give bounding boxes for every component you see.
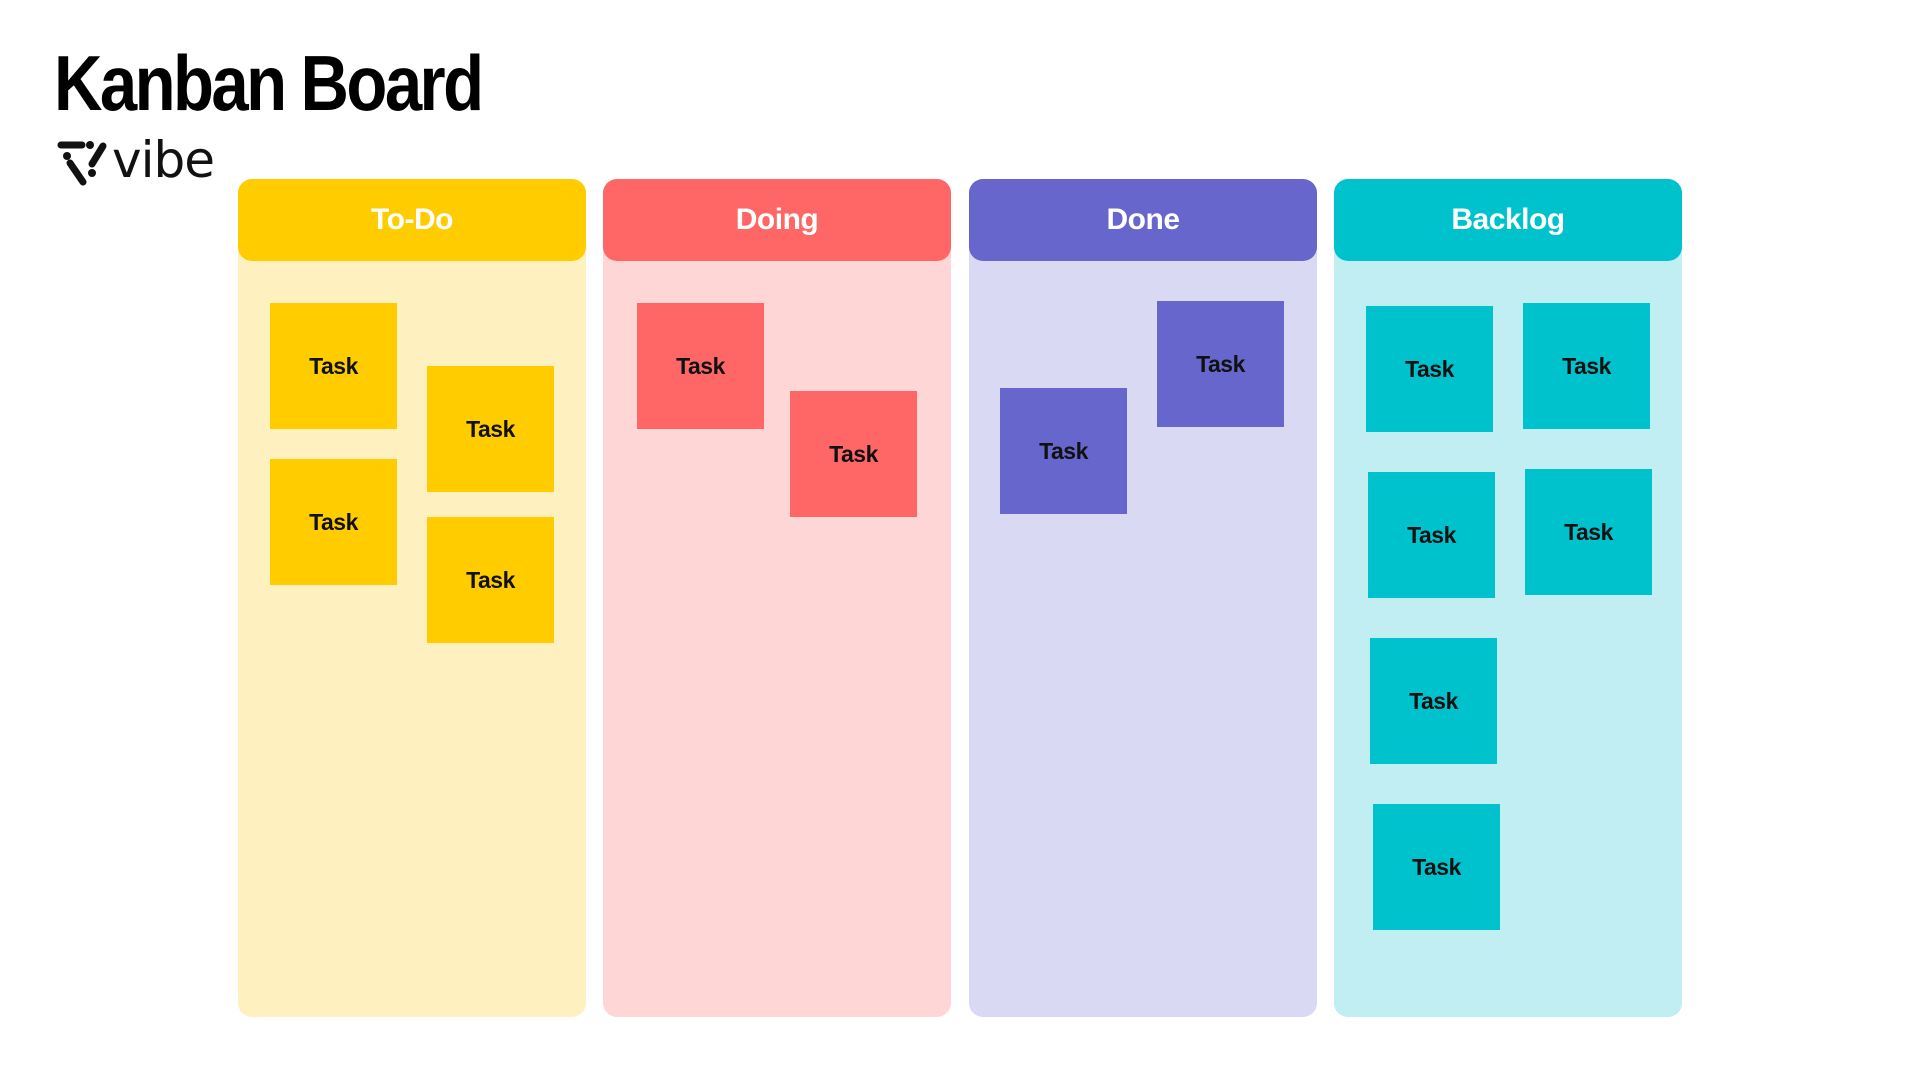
brand-name: vibe <box>112 131 215 189</box>
task-card[interactable]: Task <box>637 303 764 429</box>
task-card[interactable]: Task <box>1373 804 1500 930</box>
task-card[interactable]: Task <box>270 303 397 429</box>
task-card[interactable]: Task <box>1000 388 1127 514</box>
column-header-done[interactable]: Done <box>969 179 1317 261</box>
task-card[interactable]: Task <box>1523 303 1650 429</box>
task-card[interactable]: Task <box>790 391 917 517</box>
vibe-logo-icon <box>57 141 107 186</box>
brand-logo: vibe <box>56 131 215 189</box>
column-header-todo[interactable]: To-Do <box>238 179 586 261</box>
task-card[interactable]: Task <box>1370 638 1497 764</box>
task-card[interactable]: Task <box>270 459 397 585</box>
column-done: Done Task Task <box>969 179 1317 1017</box>
column-header-backlog[interactable]: Backlog <box>1334 179 1682 261</box>
task-card[interactable]: Task <box>1525 469 1652 595</box>
page-title: Kanban Board <box>54 39 484 127</box>
column-doing: Doing Task Task <box>603 179 951 1017</box>
task-card[interactable]: Task <box>427 366 554 492</box>
task-card[interactable]: Task <box>1366 306 1493 432</box>
task-card[interactable]: Task <box>1368 472 1495 598</box>
task-card[interactable]: Task <box>1157 301 1284 427</box>
column-header-doing[interactable]: Doing <box>603 179 951 261</box>
column-todo: To-Do Task Task Task Task <box>238 179 586 1017</box>
task-card[interactable]: Task <box>427 517 554 643</box>
column-backlog: Backlog Task Task Task Task Task Task <box>1334 179 1682 1017</box>
